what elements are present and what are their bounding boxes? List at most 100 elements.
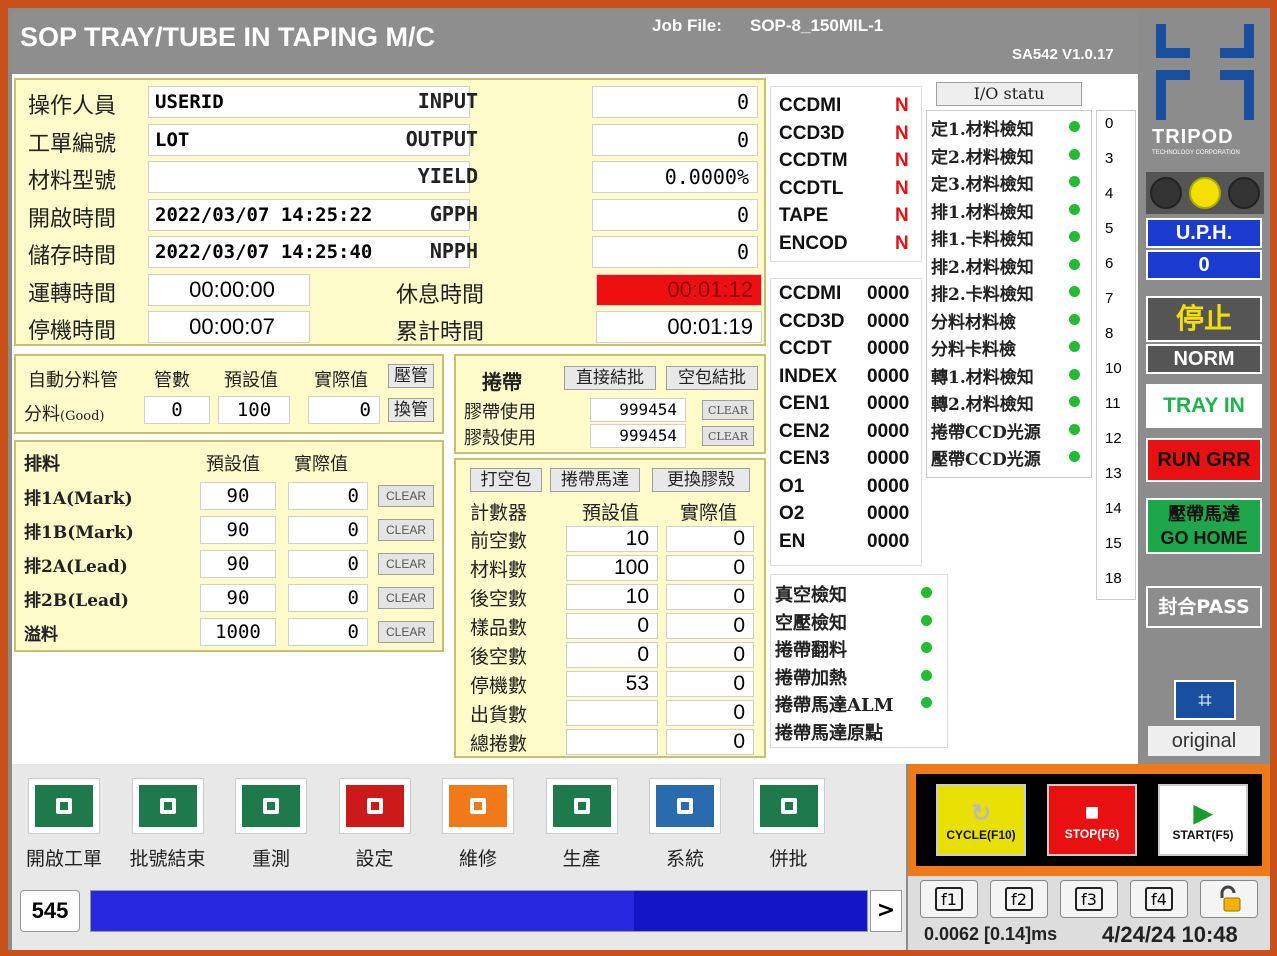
counter-preset[interactable] (566, 700, 658, 726)
counter-actual: 0 (666, 729, 754, 755)
control-button-2[interactable]: ▶ START(F5) (1158, 784, 1248, 856)
folder-icon (759, 785, 818, 827)
io-number: 6 (1105, 255, 1114, 272)
fkey-button-4[interactable]: f4 (1130, 880, 1188, 918)
info-value: 00:00:07 (148, 311, 310, 343)
counter-preset[interactable]: 100 (566, 555, 658, 581)
control-button-0[interactable]: ↻ CYCLE(F10) (936, 784, 1026, 856)
code-value: 0000 (867, 283, 910, 304)
ccd-name: TAPE (779, 205, 829, 226)
reject-preset[interactable]: 90 (200, 550, 276, 578)
empty-end-lot-button[interactable]: 空包結批 (666, 366, 758, 390)
toolbar-button-5[interactable] (545, 778, 618, 834)
reject-preset[interactable]: 90 (200, 584, 276, 612)
counter-row-label: 停機數 (470, 675, 528, 697)
code-value: 0000 (867, 503, 910, 524)
reject-preset[interactable]: 90 (200, 516, 276, 544)
io-item-label: 轉2.材料檢知 (931, 395, 1034, 415)
original-button[interactable]: original (1148, 726, 1260, 756)
tube-preset-value[interactable]: 100 (218, 396, 290, 424)
io-item-label: 分料材料檢 (931, 312, 1016, 333)
next-arrow-button[interactable]: > (870, 890, 902, 932)
control-label: START(F5) (1172, 827, 1234, 842)
press-tube-button[interactable]: 壓管 (388, 364, 434, 388)
reject-clear-button[interactable]: CLEAR (378, 485, 434, 507)
rest-time-alert: 00:01:12 (596, 273, 762, 306)
counter-row-label: 後空數 (470, 588, 528, 610)
fkey-button-2[interactable]: f2 (990, 880, 1048, 918)
info-label: 停機時間 (28, 319, 117, 344)
toolbar-label: 生產 (562, 848, 601, 870)
reject-clear-button[interactable]: CLEAR (378, 519, 434, 541)
empty-pack-button[interactable]: 打空包 (470, 468, 542, 492)
counter-preset[interactable]: 0 (566, 642, 658, 668)
reject-preset[interactable]: 90 (200, 482, 276, 510)
counter-preset[interactable]: 10 (566, 526, 658, 552)
counter-preset[interactable]: 53 (566, 671, 658, 697)
play-icon: ▶ (1193, 799, 1213, 827)
counter-preset[interactable]: 0 (566, 613, 658, 639)
tape-clear-button[interactable]: CLEAR (702, 426, 754, 446)
toolbar-button-6[interactable] (649, 778, 721, 834)
code-name: EN (779, 530, 806, 552)
counter-preset[interactable]: 10 (566, 584, 658, 610)
vac-label: 真空檢知 (775, 585, 847, 606)
seal-pass-button[interactable]: 封合PASS (1146, 586, 1262, 628)
tape-motor-button[interactable]: 捲帶馬達 (550, 468, 640, 492)
control-button-1[interactable]: ■ STOP(F6) (1047, 784, 1137, 856)
io-item-label: 捲帶CCD光源 (931, 422, 1041, 443)
tape-clear-button[interactable]: CLEAR (702, 400, 754, 420)
status-led-icon (1069, 286, 1080, 297)
vac-label: 空壓檢知 (775, 612, 847, 634)
toolbar-label: 系統 (665, 848, 704, 870)
clipboard-icon (552, 785, 611, 827)
counter-preset[interactable] (566, 729, 658, 755)
reject-preset[interactable]: 1000 (200, 618, 276, 646)
toolbar-button-3[interactable] (338, 778, 411, 834)
reject-clear-button[interactable]: CLEAR (378, 587, 434, 609)
code-value: 0000 (867, 310, 910, 332)
tube-actual-value: 0 (308, 396, 380, 424)
toolbar-button-4[interactable] (442, 778, 514, 834)
direct-end-lot-button[interactable]: 直接結批 (564, 366, 656, 390)
bottom-toolbar: 開啟工單 批號結束 重測 設定 維修 生產 系統 併批 (12, 764, 906, 876)
io-item-label: 定3.材料檢知 (931, 175, 1034, 195)
reject-actual: 0 (288, 618, 368, 646)
toolbar-button-2[interactable] (235, 778, 307, 834)
toolbar-button-0[interactable] (28, 778, 100, 834)
reject-clear-button[interactable]: CLEAR (378, 553, 434, 575)
change-tube-button[interactable]: 換管 (388, 398, 434, 422)
fkey-f3-icon: f3 (1075, 887, 1103, 911)
lock-button[interactable] (1200, 880, 1258, 918)
code-name: O1 (779, 475, 805, 497)
document-icon (35, 785, 93, 827)
stat-value: 0 (592, 236, 758, 268)
toolbar-label: 設定 (355, 848, 394, 870)
ccd-name: CCDTM (779, 150, 848, 171)
original-icon[interactable]: ⌗ (1174, 680, 1236, 720)
counter-row-label: 樣品數 (470, 617, 528, 639)
io-status-button[interactable]: I/O statu (936, 82, 1082, 106)
status-led-icon (1069, 423, 1080, 435)
stat-value: 00:01:19 (596, 311, 762, 343)
toolbar-button-1[interactable] (131, 778, 204, 834)
reject-row-label: 排1A(Mark) (24, 489, 133, 509)
tray-in-button[interactable]: TRAY IN (1146, 384, 1262, 428)
run-grr-button[interactable]: RUN GRR (1146, 438, 1262, 482)
toolbar-label: 重測 (251, 848, 290, 870)
datetime-readout: 4/24/24 10:48 (1102, 922, 1238, 947)
code-name: CCDMI (779, 283, 842, 304)
go-home-button[interactable]: 壓帶馬達 GO HOME (1146, 498, 1262, 554)
info-panel: 操作人員 USERID 工單編號 LOT 材料型號 開啟時間 2022/03/07 14:2… (14, 78, 766, 346)
reject-clear-button[interactable]: CLEAR (378, 621, 434, 643)
fkey-button-1[interactable]: f1 (920, 880, 978, 918)
toolbar-button-7[interactable] (752, 778, 825, 834)
info-label: 運轉時間 (28, 281, 117, 307)
fkey-button-3[interactable]: f3 (1060, 880, 1118, 918)
stat-value: 0 (592, 86, 758, 118)
counter-actual: 0 (666, 671, 754, 697)
stat-label: GPPH (429, 201, 478, 226)
stat-label: 累計時間 (395, 320, 484, 345)
change-shell-button[interactable]: 更換膠殼 (652, 468, 750, 492)
io-number: 13 (1105, 465, 1122, 482)
